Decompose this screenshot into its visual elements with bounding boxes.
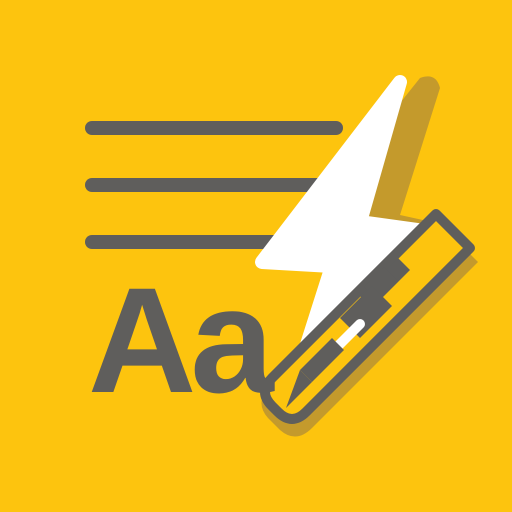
- app-icon: Aa: [0, 0, 512, 512]
- app-icon-graphic: Aa: [0, 0, 512, 512]
- logo-letters: Aa: [88, 256, 275, 424]
